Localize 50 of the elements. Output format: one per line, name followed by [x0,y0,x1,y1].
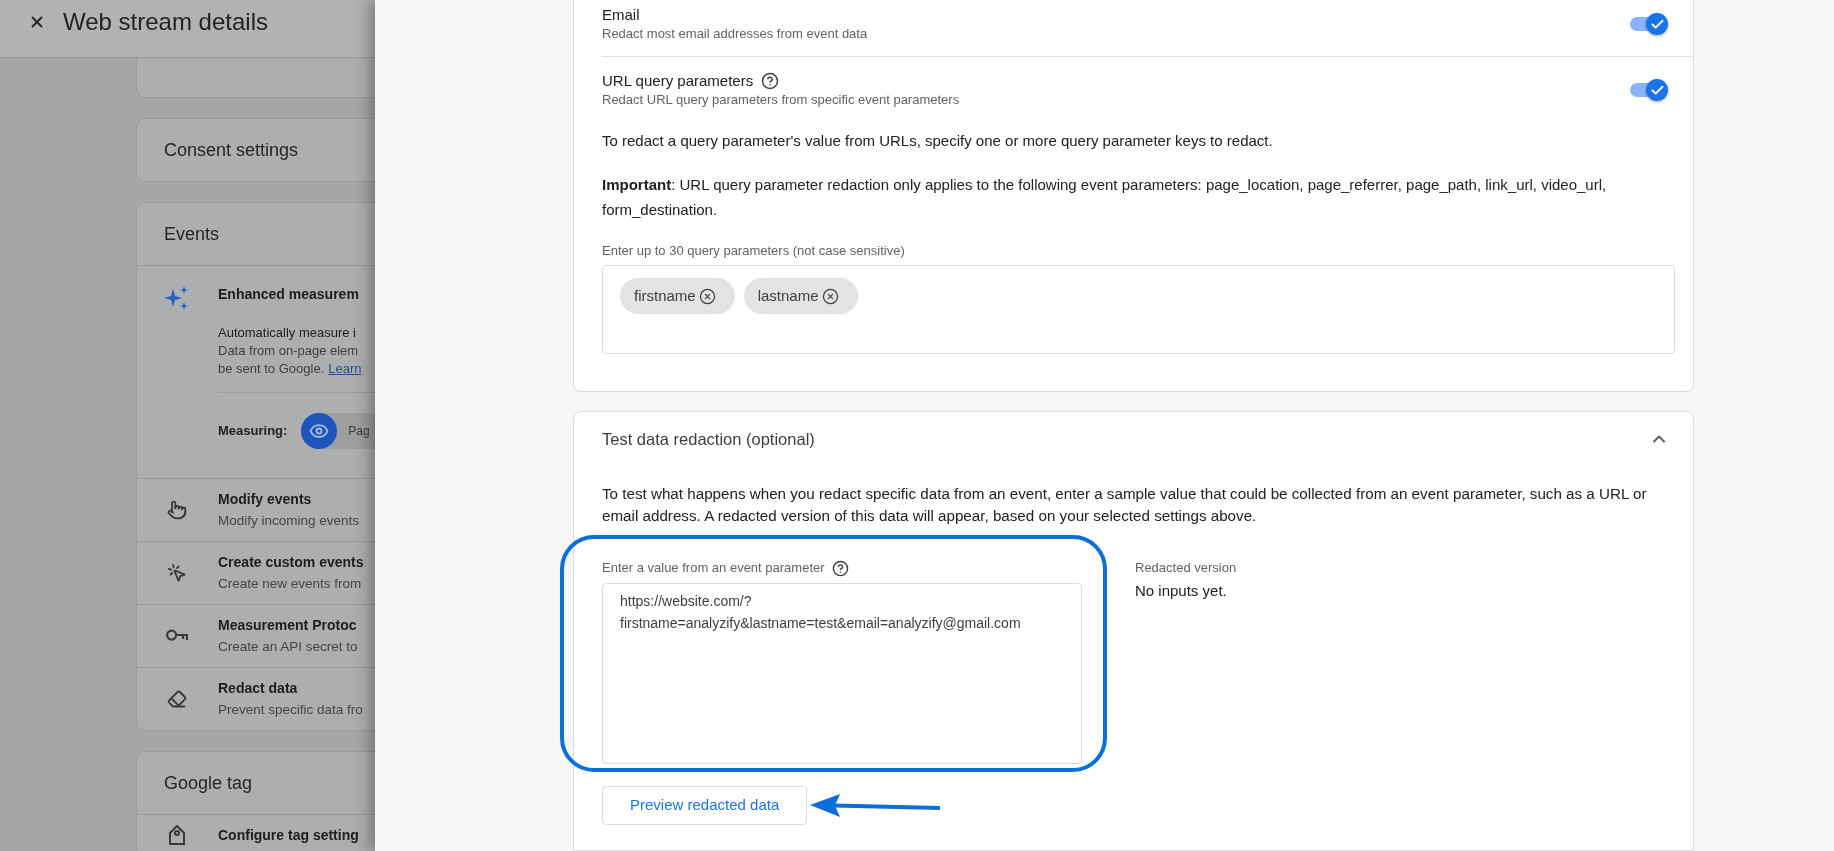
tag-icon [168,825,185,845]
option-description: Redact URL query parameters from specific event parameters [602,91,960,109]
remove-icon[interactable] [821,287,839,305]
item-title[interactable]: Modify events [218,489,360,509]
remove-icon[interactable] [698,287,716,305]
item-title[interactable]: Configure tag setting [218,825,359,845]
parameter-chip[interactable]: firstname [620,278,735,314]
close-icon[interactable] [28,13,46,31]
item-title[interactable]: Measurement Protoc [218,615,358,635]
feature-title: Enhanced measurem [218,285,360,304]
help-icon[interactable] [761,72,780,90]
eraser-icon [166,688,187,709]
test-description: To test what happens when you redact specific data from an event, enter a sample value that could be collected from an event parameter, such as a URL or email address. A redacted version of this data will appear, based on your selected settings above. [602,484,1648,526]
result-value: No inputs yet. [1135,581,1228,601]
toggle-switch[interactable] [1628,79,1668,101]
item-description: Prevent specific data fro [218,701,363,719]
preview-button[interactable]: Preview redacted data [602,786,808,825]
page-title: Web stream details [63,7,268,37]
section-title: Consent settings [164,138,299,162]
item-description: Modify incoming events [218,512,360,530]
item-description: Create new events from [218,575,363,593]
section-title: Google tag [164,771,253,795]
field-label: Enter up to 30 query parameters (not case sensitive) [602,243,906,259]
parameter-chip[interactable]: lastname [743,278,858,314]
card-title: Test data redaction (optional) [602,428,815,450]
item-description: Create an API secret to [218,638,358,656]
learn-more-link[interactable]: Learn [328,361,362,376]
eye-icon [301,413,338,449]
result-label: Redacted version [1135,560,1237,576]
feature-description: Data from on-page elem be sent to Google. Learn [218,342,363,378]
option-title: URL query parameters [602,71,754,91]
measuring-option[interactable]: Pag [301,413,375,449]
cursor-click-icon [166,562,187,583]
measuring-label: Measuring: [218,422,288,441]
option-description: Redact most email addresses from event data [602,25,868,43]
item-title[interactable]: Create custom events [218,552,364,572]
instructions-text: To redact a query parameter's value from URLs, specify one or more query parameter keys to redact. [602,131,1274,151]
field-label: Enter a value from an event parameter [602,559,825,578]
query-parameters-field[interactable]: firstname lastname [602,265,1675,354]
feature-summary: Automatically measure i [218,324,357,342]
item-title[interactable]: Redact data [218,678,363,698]
option-title: Email [602,5,640,25]
sparkle-icon [164,286,189,310]
toggle-switch[interactable] [1628,13,1668,35]
key-icon [165,628,188,643]
help-icon[interactable] [831,559,849,577]
important-note: Important: URL query parameter redaction only applies to the following event parameters: page_location, page_referrer, page_path, link_url, video_url, form_destination. [602,175,1608,220]
section-title: Events [164,222,220,246]
hand-pointer-icon [166,499,187,520]
event-parameter-field[interactable]: https://website.com/?firstname=analyzify&lastname=test&email=analyzify@gmail.com [602,583,1082,764]
